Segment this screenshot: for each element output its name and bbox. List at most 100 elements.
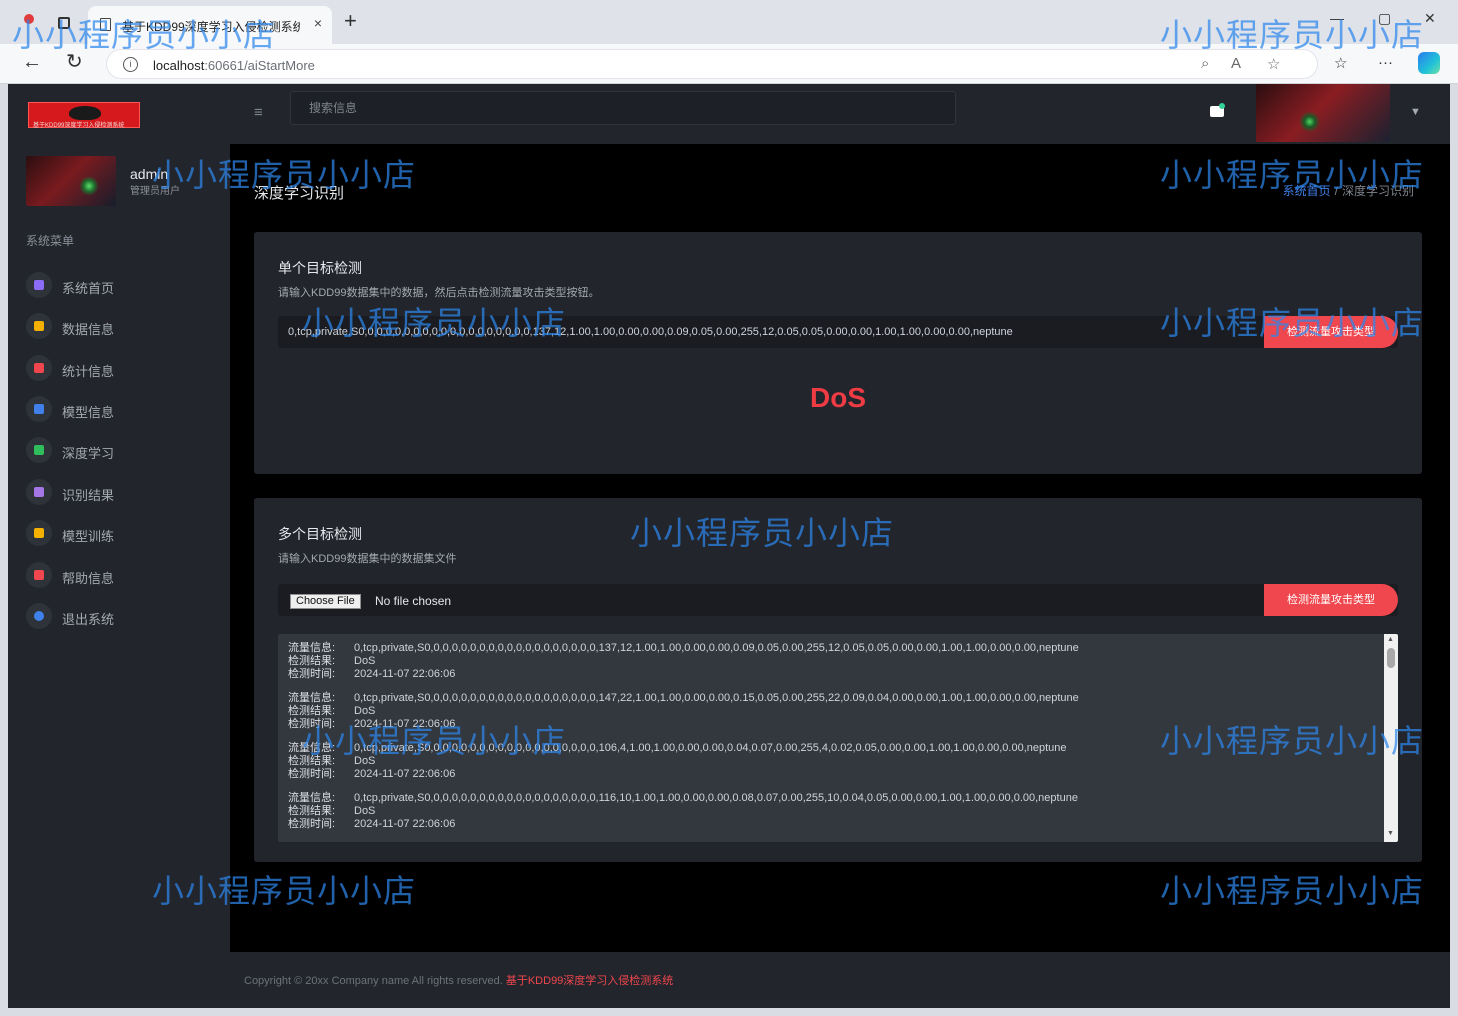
log-label: 检测时间: [288, 718, 336, 730]
favorite-star-icon[interactable]: ☆ [1267, 55, 1280, 73]
shield-icon [26, 603, 52, 629]
scroll-up-icon[interactable]: ▲ [1387, 636, 1394, 643]
tab-title: 基于KDD99深度学习入侵检测系统 [122, 20, 300, 34]
log-entry: 流量信息: 0,tcp,private,S0,0,0,0,0,0,0,0,0,0,… [288, 692, 1368, 731]
document-icon-glyph [34, 487, 44, 497]
url-field[interactable]: i localhost:60661/aiStartMore ⌕ A ☆ [106, 49, 1318, 79]
sidebar-item-label: 帮助信息 [62, 571, 115, 586]
chevron-down-icon[interactable]: ▼ [1410, 106, 1421, 118]
url-path: :60661/aiStartMore [204, 58, 315, 73]
log-row: 检测时间: 2024-11-07 22:06:06 [288, 718, 1368, 731]
log-row: 检测时间: 2024-11-07 22:06:06 [288, 818, 1368, 831]
app-window: 基于KDD99深度学习入侵检测系统 admin 管理员用户 系统菜单 系统首页 … [8, 84, 1450, 1008]
menu-toggle-icon[interactable]: ≡ [254, 104, 263, 121]
user-role: 管理员用户 [130, 186, 180, 197]
log-row: 检测时间: 2024-11-07 22:06:06 [288, 668, 1368, 681]
breadcrumb-current: 深度学习识别 [1341, 184, 1414, 198]
minimize-icon[interactable]: — [1330, 10, 1344, 26]
detect-attack-batch-button[interactable]: 检测流量攻击类型 [1264, 584, 1398, 616]
log-time: 2024-11-07 22:06:06 [354, 768, 456, 780]
scroll-thumb[interactable] [1387, 648, 1395, 668]
list-icon [26, 396, 52, 422]
main-content: 深度学习识别 系统首页 / 深度学习识别 单个目标检测 请输入KDD99数据集中的数… [230, 144, 1450, 952]
scroll-down-icon[interactable]: ▼ [1387, 830, 1394, 837]
log-label: 检测时间: [288, 668, 336, 680]
document-icon [26, 479, 52, 505]
search-input[interactable] [290, 91, 956, 125]
detect-attack-button[interactable]: 检测流量攻击类型 [1264, 316, 1398, 348]
user-avatar[interactable] [26, 156, 116, 206]
traffic-data-input[interactable] [278, 316, 1258, 348]
log-label: 检测结果: [288, 805, 336, 817]
new-tab-button[interactable]: + [344, 10, 357, 32]
log-label: 检测结果: [288, 755, 336, 767]
sidebar-item-help[interactable]: 帮助信息 [26, 560, 216, 590]
site-logo[interactable]: 基于KDD99深度学习入侵检测系统 [28, 102, 140, 129]
url-text: localhost:60661/aiStartMore [153, 58, 315, 73]
log-row: 检测结果: DoS [288, 755, 1368, 768]
log-entry: 流量信息: 0,tcp,private,S0,0,0,0,0,0,0,0,0,0,… [288, 742, 1368, 781]
sidebar-item-label: 模型信息 [62, 405, 115, 420]
dashboard-icon-glyph [34, 280, 44, 290]
breadcrumb-home[interactable]: 系统首页 [1283, 184, 1331, 198]
log-row: 检测时间: 2024-11-07 22:06:06 [288, 768, 1368, 781]
detection-log[interactable]: 流量信息: 0,tcp,private,S0,0,0,0,0,0,0,0,0,0,… [278, 634, 1398, 842]
copilot-icon[interactable] [1418, 52, 1440, 74]
log-label: 流量信息: [288, 792, 336, 804]
log-traffic: 0,tcp,private,S0,0,0,0,0,0,0,0,0,0,0,0,0… [354, 792, 1078, 804]
sidebar-item-data[interactable]: 数据信息 [26, 311, 216, 341]
log-traffic: 0,tcp,private,S0,0,0,0,0,0,0,0,0,0,0,0,0… [354, 742, 1067, 754]
zoom-icon[interactable]: ⌕ [1201, 55, 1209, 72]
sidebar-item-label: 模型训练 [62, 529, 115, 544]
single-detect-field: 检测流量攻击类型 [278, 316, 1398, 348]
log-row: 检测结果: DoS [288, 805, 1368, 818]
file-status: No file chosen [375, 594, 452, 608]
log-row: 流量信息: 0,tcp,private,S0,0,0,0,0,0,0,0,0,0,… [288, 742, 1368, 755]
multi-detect-desc: 请输入KDD99数据集中的数据集文件 [278, 553, 457, 565]
log-time: 2024-11-07 22:06:06 [354, 818, 456, 830]
header-avatar[interactable] [1256, 84, 1390, 142]
sidebar-item-stats[interactable]: 统计信息 [26, 353, 216, 383]
favorites-icon[interactable]: ☆ [1334, 54, 1347, 72]
browser-tab[interactable]: 基于KDD99深度学习入侵检测系统 × [88, 6, 332, 44]
more-icon[interactable]: ··· [1378, 54, 1393, 71]
window-close-icon[interactable]: ✕ [1424, 10, 1436, 27]
file-upload-field: Choose File No file chosen 检测流量攻击类型 [278, 584, 1398, 616]
browser-tab-bar: 基于KDD99深度学习入侵检测系统 × + — ▢ ✕ [0, 0, 1458, 44]
dashboard-icon [26, 272, 52, 298]
tab-actions-icon[interactable] [58, 17, 70, 29]
logo-mark-icon [69, 106, 101, 120]
read-aloud-icon[interactable]: A [1231, 55, 1241, 72]
log-label: 检测结果: [288, 705, 336, 717]
sidebar-item-logout[interactable]: 退出系统 [26, 601, 216, 631]
notification-dot [1219, 103, 1225, 109]
maximize-icon[interactable]: ▢ [1378, 10, 1391, 27]
browser-app-icon[interactable] [24, 14, 34, 24]
grid-icon [26, 437, 52, 463]
single-detect-desc: 请输入KDD99数据集中的数据，然后点击检测流量攻击类型按钮。 [278, 287, 600, 299]
choose-file-button[interactable]: Choose File [290, 594, 361, 609]
tab-close-icon[interactable]: × [314, 15, 322, 31]
footer-system-link[interactable]: 基于KDD99深度学习入侵检测系统 [506, 975, 673, 987]
address-bar: ← ↻ i localhost:60661/aiStartMore ⌕ A ☆ … [0, 44, 1458, 84]
log-scrollbar[interactable]: ▲ ▼ [1384, 634, 1398, 842]
log-traffic: 0,tcp,private,S0,0,0,0,0,0,0,0,0,0,0,0,0… [354, 642, 1079, 654]
log-row: 检测结果: DoS [288, 655, 1368, 668]
reload-icon[interactable]: ↻ [66, 52, 83, 72]
sidebar-item-deep-learning[interactable]: 深度学习 [26, 435, 216, 465]
sidebar-item-training[interactable]: 模型训练 [26, 518, 216, 548]
log-label: 流量信息: [288, 642, 336, 654]
sidebar-item-results[interactable]: 识别结果 [26, 477, 216, 507]
page-title: 深度学习识别 [254, 185, 345, 202]
sidebar-item-home[interactable]: 系统首页 [26, 270, 216, 300]
menu-title: 系统菜单 [26, 234, 75, 248]
back-icon[interactable]: ← [22, 52, 42, 72]
log-entry: 流量信息: 0,tcp,private,S0,0,0,0,0,0,0,0,0,0,… [288, 792, 1368, 831]
log-row: 流量信息: 0,tcp,private,S0,0,0,0,0,0,0,0,0,0,… [288, 692, 1368, 705]
log-row: 流量信息: 0,tcp,private,S0,0,0,0,0,0,0,0,0,0,… [288, 792, 1368, 805]
log-row: 流量信息: 0,tcp,private,S0,0,0,0,0,0,0,0,0,0,… [288, 642, 1368, 655]
site-info-icon[interactable]: i [123, 57, 138, 72]
sidebar-item-model[interactable]: 模型信息 [26, 394, 216, 424]
log-row: 检测结果: DoS [288, 705, 1368, 718]
log-result: DoS [354, 755, 376, 767]
